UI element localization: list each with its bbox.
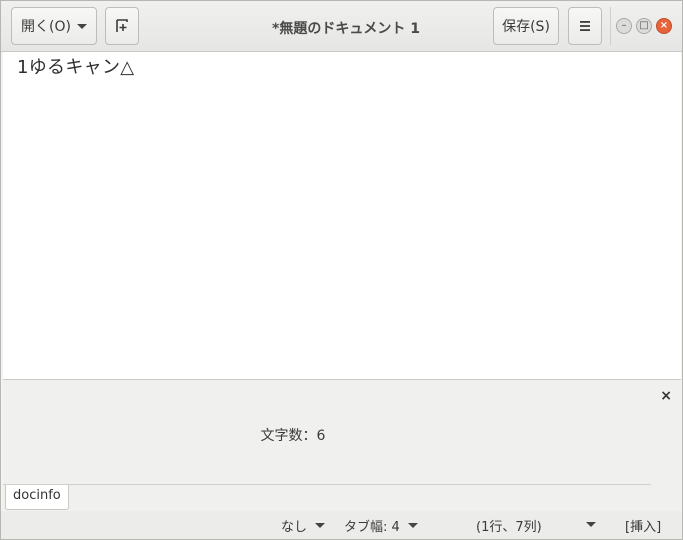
menu-button[interactable] [568, 7, 602, 45]
maximize-icon: □ [639, 20, 649, 31]
chevron-down-icon [315, 523, 326, 528]
close-icon: × [659, 20, 669, 31]
chevron-down-icon [407, 523, 418, 528]
new-document-icon [116, 19, 128, 32]
word-count-text: 文字数：6 [260, 428, 326, 444]
maximize-button[interactable]: □ [636, 18, 652, 34]
minimize-button[interactable]: – [616, 18, 632, 34]
save-button[interactable]: 保存(S) [493, 7, 559, 45]
cursor-position-label: (1行、7列) [476, 520, 542, 535]
editor-content[interactable]: 1ゆるキャン△ [17, 53, 134, 79]
tab-docinfo[interactable]: docinfo [5, 485, 69, 510]
close-window-button[interactable]: × [656, 18, 672, 34]
header-separator [610, 7, 611, 45]
tab-width-label: タブ幅: 4 [344, 520, 400, 535]
language-label: なし [281, 520, 308, 535]
chevron-down-icon [76, 23, 87, 29]
panel-divider [3, 484, 651, 485]
insert-mode-indicator: [挿入] [625, 516, 661, 535]
tab-width-selector[interactable]: タブ幅: 4 [344, 516, 418, 535]
bottom-panel: × 文字数：6 docinfo [3, 380, 681, 511]
status-bar: なし タブ幅: 4 (1行、7列) [挿入] [1, 511, 682, 539]
cursor-position[interactable]: (1行、7列) [476, 516, 542, 535]
window-title: *無題のドキュメント 1 [272, 21, 420, 37]
open-button-label: 開く(O) [21, 19, 71, 35]
panel-close-button[interactable]: × [660, 388, 672, 404]
open-button[interactable]: 開く(O) [11, 7, 97, 45]
header-bar: 開く(O) *無題のドキュメント 1 保存(S) – □ × [1, 1, 682, 52]
text-editor[interactable]: 1ゆるキャン△ [3, 52, 681, 380]
hamburger-menu-icon [580, 21, 590, 31]
chevron-down-icon[interactable] [586, 522, 596, 527]
save-button-label: 保存(S) [502, 19, 550, 35]
language-selector[interactable]: なし [281, 516, 326, 535]
insert-mode-label: [挿入] [625, 520, 662, 535]
gedit-window: 開く(O) *無題のドキュメント 1 保存(S) – □ × 1ゆるキャン△ ×… [0, 0, 683, 540]
minimize-icon: – [621, 20, 627, 31]
new-tab-button[interactable] [105, 7, 139, 45]
